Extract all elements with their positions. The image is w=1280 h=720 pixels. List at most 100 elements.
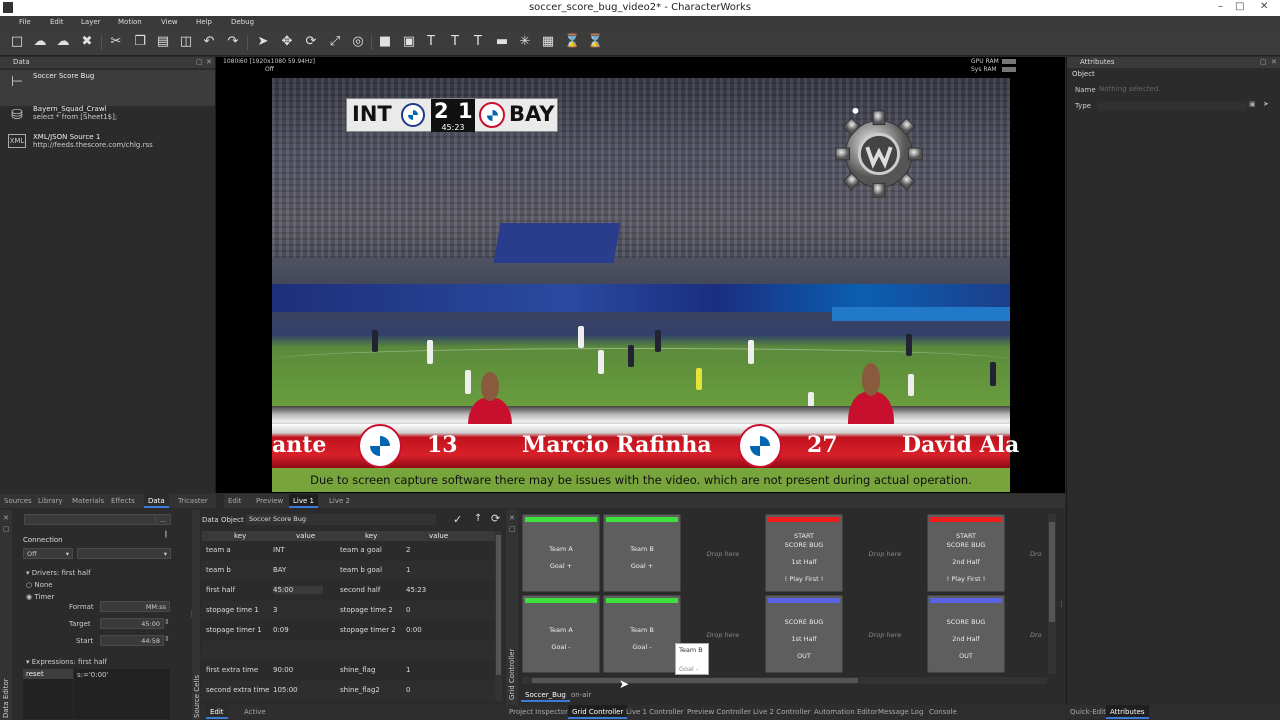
paste-icon[interactable]: ▤ — [155, 34, 171, 50]
panel-close-icon[interactable]: ✕ — [206, 58, 212, 66]
table-row[interactable]: second extra time 105:00 shine_flag2 0 — [202, 681, 496, 701]
source-path-field[interactable] — [24, 514, 164, 525]
grid-button[interactable]: SCORE BUG 1st Half OUT — [765, 595, 843, 673]
drop-slot[interactable]: Dro — [1024, 595, 1044, 673]
drop-slot[interactable]: Drop here — [684, 514, 762, 592]
tab-active[interactable]: Active — [240, 705, 270, 719]
tab-console[interactable]: Console — [925, 705, 961, 719]
float-icon[interactable]: ▢ — [509, 525, 516, 533]
copy-icon[interactable]: ❐ — [132, 34, 148, 50]
tag-icon[interactable]: ➤ — [1263, 100, 1269, 108]
tab-materials[interactable]: Materials — [68, 494, 108, 508]
text-crawl-icon[interactable]: T — [447, 34, 463, 50]
redo-icon[interactable]: ↷ — [225, 34, 241, 50]
tab-live-2-controller[interactable]: Live 2 Controller — [749, 705, 815, 719]
tab-live-1-controller[interactable]: Live 1 Controller — [622, 705, 688, 719]
rectangle-icon[interactable]: ■ — [377, 34, 393, 50]
particles-icon[interactable]: ✳ — [517, 34, 533, 50]
menu-motion[interactable]: Motion — [118, 18, 142, 26]
anchor-tool-icon[interactable]: ◎ — [350, 34, 366, 50]
menu-debug[interactable]: Debug — [231, 18, 254, 26]
cut-icon[interactable]: ✂ — [108, 34, 124, 50]
drop-slot[interactable]: Drop here — [846, 514, 924, 592]
source-item[interactable]: XML XML/JSON Source 1 http://feeds.thesc… — [0, 131, 215, 167]
table-row[interactable]: team a INT team a goal 2 — [202, 541, 496, 561]
move-tool-icon[interactable]: ✥ — [279, 34, 295, 50]
tab-automation-editor[interactable]: Automation Editor — [810, 705, 882, 719]
close-button[interactable]: ✕ — [1260, 1, 1268, 12]
tab-effects[interactable]: Effects — [107, 494, 139, 508]
page-on-air[interactable]: on-air — [567, 688, 595, 702]
text-icon[interactable]: T — [423, 34, 439, 50]
expression-reset[interactable]: reset — [23, 669, 73, 679]
cell-value[interactable]: 45:23 — [406, 586, 426, 594]
calendar-icon[interactable]: ▦ — [540, 34, 556, 50]
menu-help[interactable]: Help — [196, 18, 212, 26]
cell-value[interactable]: 0 — [406, 606, 410, 614]
tab-live-1[interactable]: Live 1 — [289, 494, 318, 508]
cell-value[interactable]: BAY — [273, 566, 286, 574]
panel-close-icon[interactable]: ✕ — [1271, 58, 1277, 66]
cell-value[interactable]: INT — [273, 546, 285, 554]
start-field[interactable]: 44:58 — [100, 635, 164, 646]
target-field[interactable]: 45:00 — [100, 618, 164, 629]
timer-icon[interactable]: ⌛ — [587, 34, 603, 50]
image-icon[interactable]: ▣ — [401, 34, 417, 50]
cell-value[interactable]: 105:00 — [273, 686, 298, 694]
tab-project-inspector[interactable]: Project Inspector — [505, 705, 572, 719]
panel-close-icon[interactable]: ✕ — [3, 514, 9, 522]
grid-vscroll[interactable] — [1048, 514, 1056, 674]
cell-value[interactable]: 0:00 — [406, 626, 422, 634]
ticker-icon[interactable]: ▬ — [494, 34, 510, 50]
table-row[interactable]: first half 45:00 second half 45:23 — [202, 581, 496, 601]
tab-library[interactable]: Library — [34, 494, 66, 508]
grid-hscroll[interactable] — [522, 677, 1047, 684]
grid-button[interactable]: SCORE BUG 2nd Half OUT — [927, 595, 1005, 673]
pin-icon[interactable]: ❙ — [163, 530, 169, 538]
table-row[interactable] — [202, 641, 496, 661]
format-field[interactable]: MM:ss — [100, 601, 170, 612]
cell-value[interactable]: 3 — [273, 606, 277, 614]
new-file-icon[interactable]: □ — [9, 34, 25, 50]
radio-timer[interactable]: ◉ Timer — [26, 593, 54, 601]
cell-value[interactable]: 1 — [406, 666, 410, 674]
expression-list[interactable]: reset — [23, 669, 73, 719]
text-roll-icon[interactable]: T — [470, 34, 486, 50]
cloud-upload-icon[interactable]: ☁ — [32, 34, 48, 50]
panel-close-icon[interactable]: ✕ — [509, 514, 515, 522]
table-scrollbar[interactable] — [495, 531, 502, 701]
undo-icon[interactable]: ↶ — [201, 34, 217, 50]
connection-select[interactable]: Off ▾ — [23, 548, 73, 559]
grid-button[interactable]: Team B Goal - — [603, 595, 681, 673]
minimize-button[interactable]: – — [1218, 1, 1223, 12]
tab-attributes[interactable]: Attributes — [1106, 705, 1149, 719]
cell-value[interactable]: 2 — [406, 546, 410, 554]
tab-sources[interactable]: Sources — [0, 494, 36, 508]
scale-tool-icon[interactable]: ⤢ — [327, 34, 343, 50]
grid-button[interactable]: Team B Goal + — [603, 514, 681, 592]
table-row[interactable]: team b BAY team b goal 1 — [202, 561, 496, 581]
grid-button[interactable]: Team A Goal - — [522, 595, 600, 673]
data-object-field[interactable]: Soccer Score Bug — [246, 514, 436, 525]
type-field[interactable] — [1097, 101, 1247, 111]
radio-none[interactable]: ○ None — [26, 581, 53, 589]
maximize-button[interactable]: □ — [1235, 1, 1244, 12]
menu-edit[interactable]: Edit — [50, 18, 64, 26]
cell-value[interactable]: 0:09 — [273, 626, 289, 634]
grid-button[interactable]: Team A Goal + — [522, 514, 600, 592]
expression-editor[interactable]: s:='0:00' — [74, 669, 170, 719]
cell-value[interactable]: 0 — [406, 686, 410, 694]
table-row[interactable]: stopage timer 1 0:09 stopage timer 2 0:00 — [202, 621, 496, 641]
tab-edit[interactable]: Edit — [224, 494, 246, 508]
cloud-download-icon[interactable]: ☁ — [55, 34, 71, 50]
delete-icon[interactable]: ◫ — [178, 34, 194, 50]
check-icon[interactable]: ✓ — [453, 513, 462, 526]
tab-preview-controller[interactable]: Preview Controller — [683, 705, 755, 719]
grid-button[interactable]: START SCORE BUG 2nd Half ! Play First ! — [927, 514, 1005, 592]
name-input[interactable]: Nothing selected. — [1097, 85, 1267, 95]
menu-file[interactable]: File — [19, 18, 31, 26]
float-icon[interactable]: ▢ — [196, 58, 203, 66]
float-icon[interactable]: ▢ — [1260, 58, 1267, 66]
tab-preview[interactable]: Preview — [252, 494, 287, 508]
clock-icon[interactable]: ⌛ — [564, 34, 580, 50]
